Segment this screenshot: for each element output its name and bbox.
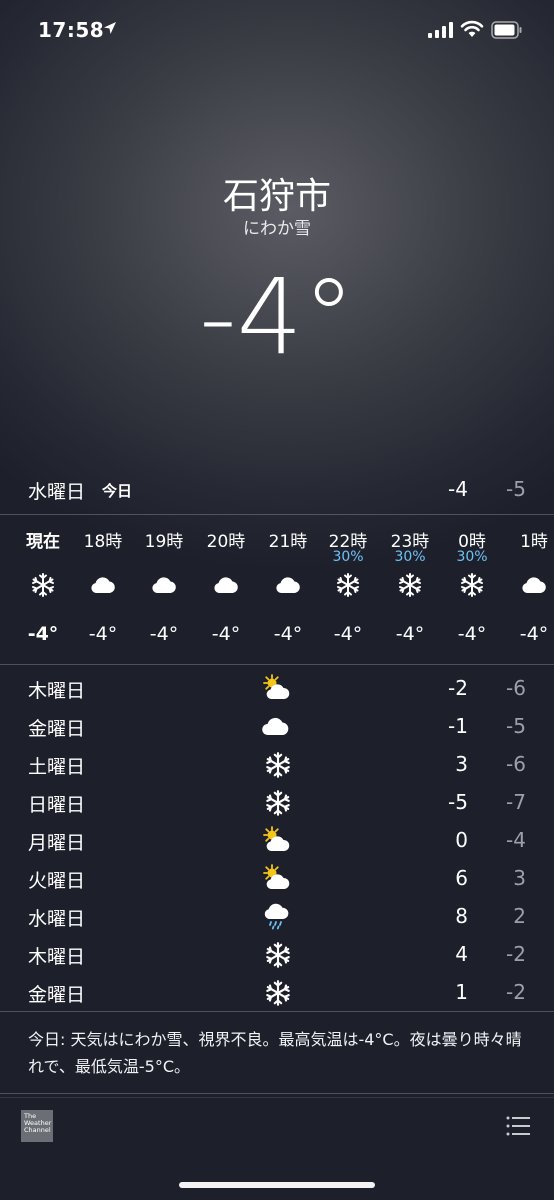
cloud-icon — [260, 711, 292, 741]
day-high: -2 — [448, 676, 468, 700]
hour-time: 21時 — [268, 532, 308, 552]
day-low: 2 — [513, 904, 526, 928]
day-low: -4 — [506, 828, 526, 852]
day-low: -5 — [506, 714, 526, 738]
hour-temp: -4° — [273, 623, 303, 645]
day-low: 3 — [513, 866, 526, 890]
daily-row: 土曜日 3 -6 — [0, 745, 554, 783]
divider — [0, 664, 554, 665]
snow-icon — [260, 749, 292, 779]
hour-temp: -4° — [519, 623, 549, 645]
cloud-icon — [520, 571, 548, 599]
day-high: 3 — [455, 752, 468, 776]
day-name: 日曜日 — [28, 794, 86, 816]
hour-temp: -4° — [333, 623, 363, 645]
snow-icon — [260, 787, 292, 817]
today-label: 今日 — [102, 482, 133, 500]
precip-probability: 30% — [456, 549, 488, 565]
day-low: -6 — [506, 676, 526, 700]
day-high: -1 — [448, 714, 468, 738]
wifi-icon — [460, 20, 484, 37]
day-high: 0 — [455, 828, 468, 852]
daily-row: 金曜日 -1 -5 — [0, 707, 554, 745]
snow-icon — [260, 977, 292, 1007]
divider — [0, 1011, 554, 1012]
snow-icon — [458, 571, 486, 599]
day-low: -7 — [506, 790, 526, 814]
battery-icon — [491, 21, 522, 39]
daily-row: 木曜日 -2 -6 — [0, 669, 554, 707]
cloud-icon — [150, 571, 178, 599]
city-name: 石狩市 — [222, 176, 331, 217]
hour-temp: -4° — [211, 623, 241, 645]
day-low: -2 — [506, 980, 526, 1004]
day-high: 4 — [455, 942, 468, 966]
weather-channel-logo[interactable]: The Weather Channel — [21, 1110, 53, 1142]
hour-time: 1時 — [520, 532, 548, 552]
partly-sunny-icon — [260, 863, 292, 893]
divider — [0, 1093, 554, 1094]
forecast-summary: 今日: 天気はにわか雪、視界不良。最高気温は-4°C。夜は曇り時々晴れで、最低気… — [28, 1030, 522, 1076]
daily-row: 木曜日 4 -2 — [0, 935, 554, 973]
snow-icon — [29, 571, 57, 599]
today-day: 水曜日 — [28, 481, 86, 503]
day-low: -2 — [506, 942, 526, 966]
day-name: 金曜日 — [28, 984, 86, 1006]
day-name: 水曜日 — [28, 908, 86, 930]
day-name: 木曜日 — [28, 946, 86, 968]
hour-time: 18時 — [83, 532, 123, 552]
hour-temp: -4° — [395, 623, 425, 645]
cloud-icon — [89, 571, 117, 599]
hour-temp: -4° — [149, 623, 179, 645]
day-name: 土曜日 — [28, 756, 86, 778]
rain-cloud-icon — [260, 901, 292, 931]
partly-sunny-icon — [260, 825, 292, 855]
day-name: 月曜日 — [28, 832, 86, 854]
cloud-icon — [274, 571, 302, 599]
hour-temp: -4° — [27, 623, 59, 645]
cloud-icon — [212, 571, 240, 599]
status-time: 17:58 — [38, 18, 105, 42]
divider — [0, 1097, 554, 1098]
hour-time: 19時 — [144, 532, 184, 552]
hour-temp: -4° — [457, 623, 487, 645]
current-condition: にわか雪 — [243, 219, 311, 239]
daily-row: 月曜日 0 -4 — [0, 821, 554, 859]
snow-icon — [260, 939, 292, 969]
weather-channel-logo-text: The Weather Channel — [24, 1112, 52, 1134]
daily-row: 日曜日 -5 -7 — [0, 783, 554, 821]
current-temperature: -4° — [199, 256, 355, 378]
today-low: -5 — [506, 477, 526, 501]
day-low: -6 — [506, 752, 526, 776]
partly-sunny-icon — [260, 673, 292, 703]
day-name: 火曜日 — [28, 870, 86, 892]
day-high: 6 — [455, 866, 468, 890]
day-high: 1 — [455, 980, 468, 1004]
daily-row: 火曜日 6 3 — [0, 859, 554, 897]
precip-probability: 30% — [332, 549, 364, 565]
snow-icon — [334, 571, 362, 599]
snow-icon — [396, 571, 424, 599]
day-high: 8 — [455, 904, 468, 928]
today-high: -4 — [448, 477, 468, 501]
hour-time: 現在 — [26, 532, 60, 552]
day-high: -5 — [448, 790, 468, 814]
day-name: 木曜日 — [28, 680, 86, 702]
hour-time: 20時 — [206, 532, 246, 552]
divider — [0, 514, 554, 515]
day-name: 金曜日 — [28, 718, 86, 740]
precip-probability: 30% — [394, 549, 426, 565]
hourly-forecast[interactable]: 現在 -4° 18時 -4° 19時 -4° 20時 -4° 21時 -4° 2… — [0, 517, 554, 663]
daily-row: 金曜日 1 -2 — [0, 973, 554, 1011]
home-indicator[interactable] — [179, 1182, 375, 1188]
hour-temp: -4° — [88, 623, 118, 645]
location-arrow-icon — [104, 22, 116, 34]
list-icon[interactable] — [506, 1115, 530, 1137]
daily-row: 水曜日 8 2 — [0, 897, 554, 935]
cellular-signal-icon — [428, 22, 453, 38]
